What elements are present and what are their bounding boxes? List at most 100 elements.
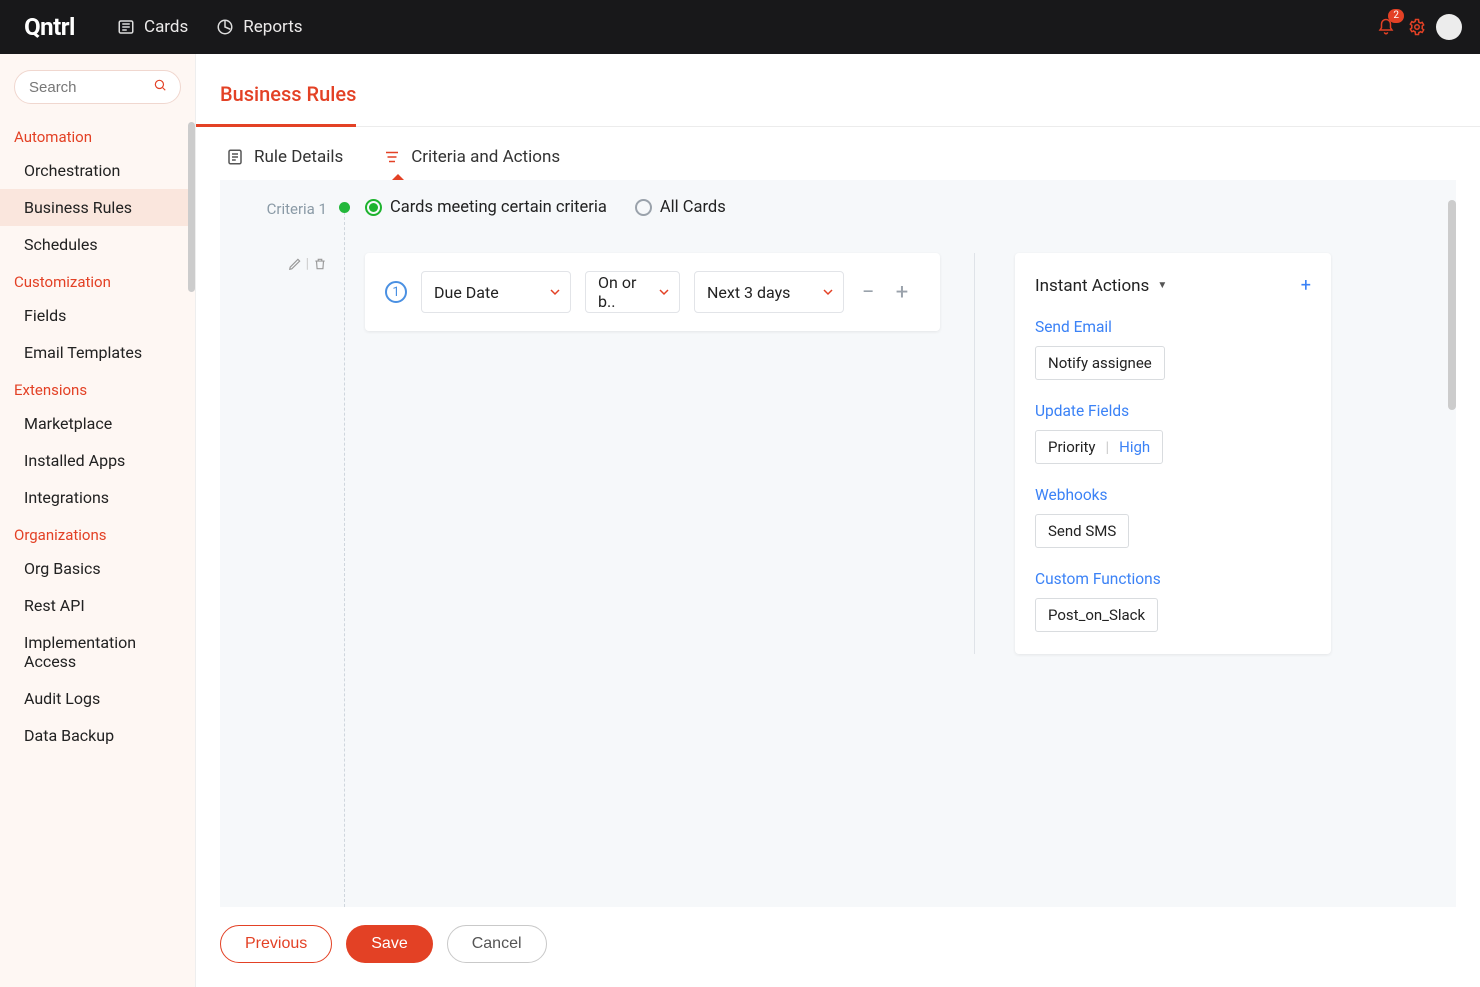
step-number: 1 — [385, 281, 407, 303]
delete-icon[interactable] — [313, 257, 327, 271]
chip-notify-assignee[interactable]: Notify assignee — [1035, 346, 1165, 380]
brand-logo[interactable]: Qntrl — [0, 0, 99, 54]
nav-reports-label: Reports — [243, 17, 302, 37]
actions-title-label: Instant Actions — [1035, 276, 1149, 296]
edit-icon[interactable] — [288, 257, 302, 271]
sidebar: Automation Orchestration Business Rules … — [0, 54, 196, 987]
nav-cards[interactable]: Cards — [117, 17, 188, 37]
chevron-down-icon — [823, 287, 833, 297]
chip-priority-high[interactable]: Priority | High — [1035, 430, 1163, 464]
sidebar-item-audit-logs[interactable]: Audit Logs — [0, 680, 195, 717]
reports-icon — [216, 18, 234, 36]
sidebar-item-business-rules[interactable]: Business Rules — [0, 189, 195, 226]
vertical-separator — [974, 253, 975, 654]
heading-webhooks: Webhooks — [1035, 486, 1311, 504]
save-button[interactable]: Save — [346, 925, 432, 963]
nav-cards-label: Cards — [144, 17, 188, 37]
sidebar-item-integrations[interactable]: Integrations — [0, 479, 195, 516]
search-input[interactable] — [14, 70, 181, 104]
criteria-label: Criteria 1 — [220, 200, 327, 218]
section-customization: Customization — [0, 263, 195, 297]
criteria-column: Criteria 1 | — [220, 180, 335, 907]
avatar[interactable] — [1436, 14, 1462, 40]
tab-criteria-actions-label: Criteria and Actions — [411, 147, 560, 167]
tab-rule-details[interactable]: Rule Details — [226, 147, 343, 167]
operator-select[interactable]: On or b.. — [585, 271, 680, 313]
actions-title[interactable]: Instant Actions ▼ — [1035, 276, 1167, 296]
timeline — [335, 180, 355, 907]
criteria-body: Cards meeting certain criteria All Cards… — [355, 180, 1456, 907]
condition-card: 1 Due Date On or b.. — [365, 253, 940, 331]
criteria-actions-icon — [383, 148, 401, 166]
nav-reports[interactable]: Reports — [216, 17, 302, 37]
radio-specific-cards[interactable]: Cards meeting certain criteria — [365, 198, 607, 217]
cancel-button[interactable]: Cancel — [447, 925, 547, 963]
radio-dot-selected — [365, 199, 382, 216]
sidebar-item-marketplace[interactable]: Marketplace — [0, 405, 195, 442]
search-wrap — [0, 70, 195, 118]
sidebar-item-fields[interactable]: Fields — [0, 297, 195, 334]
chip-separator: | — [1105, 438, 1109, 456]
top-nav: Cards Reports — [99, 17, 303, 37]
sidebar-item-org-basics[interactable]: Org Basics — [0, 550, 195, 587]
workspace-scrollbar[interactable] — [1448, 200, 1456, 410]
sidebar-item-data-backup[interactable]: Data Backup — [0, 717, 195, 754]
chip-field-value: High — [1119, 438, 1150, 456]
radio-all-label: All Cards — [660, 198, 726, 217]
chip-post-on-slack[interactable]: Post_on_Slack — [1035, 598, 1158, 632]
notifications-button[interactable]: 2 — [1374, 15, 1398, 39]
footer: Previous Save Cancel — [196, 907, 1480, 987]
tool-divider: | — [306, 256, 309, 272]
sidebar-item-orchestration[interactable]: Orchestration — [0, 152, 195, 189]
heading-send-email: Send Email — [1035, 318, 1311, 336]
chip-send-sms[interactable]: Send SMS — [1035, 514, 1129, 548]
main: Business Rules Rule Details Criteria and… — [196, 54, 1480, 987]
tabs: Rule Details Criteria and Actions — [196, 127, 1480, 177]
caret-down-icon: ▼ — [1157, 280, 1167, 291]
field-select[interactable]: Due Date — [421, 271, 571, 313]
top-bar: Qntrl Cards Reports 2 — [0, 0, 1480, 54]
sidebar-item-installed-apps[interactable]: Installed Apps — [0, 442, 195, 479]
timeline-dot — [339, 202, 350, 213]
cards-icon — [117, 18, 135, 36]
previous-button[interactable]: Previous — [220, 925, 332, 963]
actions-title-row: Instant Actions ▼ + — [1035, 275, 1311, 296]
section-automation: Automation — [0, 118, 195, 152]
heading-custom-functions: Custom Functions — [1035, 570, 1311, 588]
sidebar-item-email-templates[interactable]: Email Templates — [0, 334, 195, 371]
page-title: Business Rules — [196, 82, 356, 127]
add-condition-button[interactable]: + — [892, 280, 912, 305]
tab-criteria-actions[interactable]: Criteria and Actions — [383, 147, 560, 167]
settings-button[interactable] — [1408, 18, 1426, 36]
rule-details-icon — [226, 148, 244, 166]
workspace: Criteria 1 | Cards — [220, 180, 1456, 907]
chevron-down-icon — [550, 287, 560, 297]
radio-specific-label: Cards meeting certain criteria — [390, 198, 607, 217]
sidebar-item-rest-api[interactable]: Rest API — [0, 587, 195, 624]
operator-select-value: On or b.. — [598, 273, 651, 311]
section-send-email: Send Email Notify assignee — [1035, 318, 1311, 380]
section-update-fields: Update Fields Priority | High — [1035, 402, 1311, 464]
actions-panel: Instant Actions ▼ + Send Email Notify as… — [1015, 253, 1331, 654]
criteria-tools: | — [220, 256, 327, 272]
notification-badge: 2 — [1388, 9, 1404, 23]
value-select-value: Next 3 days — [707, 283, 790, 302]
sidebar-item-implementation-access[interactable]: Implementation Access — [0, 624, 195, 680]
section-organizations: Organizations — [0, 516, 195, 550]
tab-rule-details-label: Rule Details — [254, 147, 343, 167]
chevron-down-icon — [659, 287, 669, 297]
top-right: 2 — [1374, 14, 1480, 40]
section-webhooks: Webhooks Send SMS — [1035, 486, 1311, 548]
sidebar-item-schedules[interactable]: Schedules — [0, 226, 195, 263]
add-action-button[interactable]: + — [1301, 275, 1311, 296]
section-extensions: Extensions — [0, 371, 195, 405]
condition-row: 1 Due Date On or b.. — [365, 253, 1446, 654]
sidebar-scrollbar[interactable] — [188, 122, 195, 292]
radio-dot-unselected — [635, 199, 652, 216]
section-custom-functions: Custom Functions Post_on_Slack — [1035, 570, 1311, 632]
value-select[interactable]: Next 3 days — [694, 271, 844, 313]
remove-condition-button[interactable]: − — [858, 280, 878, 305]
radio-all-cards[interactable]: All Cards — [635, 198, 726, 217]
heading-update-fields: Update Fields — [1035, 402, 1311, 420]
field-select-value: Due Date — [434, 283, 499, 302]
